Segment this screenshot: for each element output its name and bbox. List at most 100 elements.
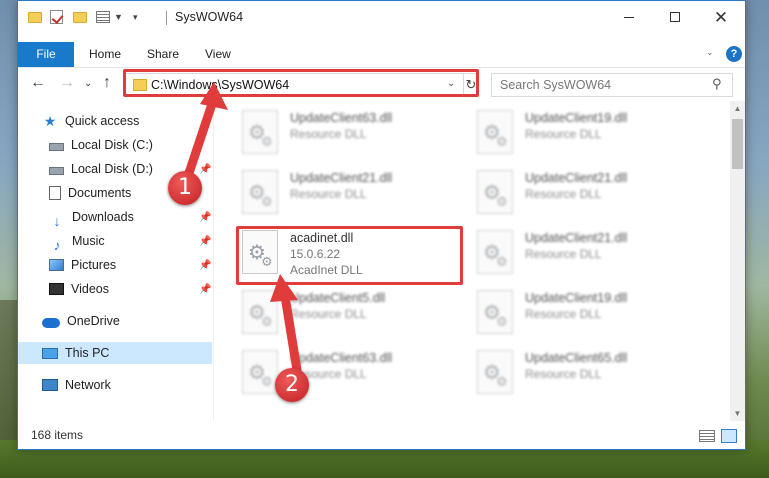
nav-quick-access[interactable]: ★ Quick access [42, 110, 140, 132]
nav-label: Local Disk (D:) [71, 162, 153, 176]
file-name: UpdateClient21.dll [290, 171, 393, 185]
scroll-up-icon[interactable]: ▲ [730, 101, 745, 116]
ribbon: File Home Share View ⌄ ? [18, 42, 745, 67]
file-name: UpdateClient5.dll [290, 291, 386, 305]
star-icon: ★ [43, 113, 57, 129]
file-item[interactable]: ⚙ ⚙ UpdateClient19.dll Resource DLL [477, 287, 702, 339]
dll-file-icon: ⚙ ⚙ [242, 350, 278, 394]
minimize-button[interactable] [606, 1, 652, 33]
step-2-badge: 2 [275, 368, 309, 402]
file-name: UpdateClient19.dll [525, 111, 628, 125]
file-type: Resource DLL [290, 127, 367, 141]
scroll-thumb[interactable] [732, 119, 743, 169]
title-bar: ▼ ▾ SysWOW64 ✕ [18, 1, 745, 33]
pin-icon[interactable]: 📌 [199, 164, 211, 175]
close-icon: ✕ [713, 7, 729, 27]
properties-icon[interactable] [96, 1, 110, 33]
search-placeholder: Search SysWOW64 [500, 78, 612, 92]
details-view-icon[interactable] [699, 430, 715, 442]
nav-this-pc[interactable]: This PC [18, 342, 212, 364]
file-type: Resource DLL [290, 187, 367, 201]
item-count: 168 items [31, 428, 84, 442]
nav-label: Videos [71, 282, 109, 296]
dll-file-icon: ⚙ ⚙ [477, 350, 513, 394]
nav-label: This PC [65, 346, 110, 360]
window-title: SysWOW64 [175, 10, 244, 24]
navigation-pane: ★ Quick access Local Disk (C:) Local Dis… [18, 101, 214, 421]
file-name: UpdateClient63.dll [290, 351, 393, 365]
pictures-icon [49, 259, 64, 271]
nav-pictures[interactable]: Pictures [49, 254, 116, 276]
nav-network[interactable]: Network [42, 374, 111, 396]
close-button[interactable]: ✕ [698, 1, 744, 33]
pin-icon[interactable]: 📌 [199, 212, 211, 223]
nav-label: Music [72, 234, 105, 248]
help-icon[interactable]: ? [726, 46, 742, 62]
file-name: UpdateClient21.dll [525, 231, 628, 245]
nav-music[interactable]: ♪ Music [49, 230, 105, 253]
nav-label: Network [65, 378, 111, 392]
qa-dropdown-icon[interactable]: ▼ [114, 1, 123, 33]
minimize-icon [624, 16, 634, 18]
scroll-down-icon[interactable]: ▼ [730, 406, 745, 421]
dll-file-icon: ⚙ ⚙ [477, 290, 513, 334]
tab-home[interactable]: Home [89, 42, 121, 67]
music-icon: ♪ [53, 237, 61, 253]
window-folder-icon [28, 1, 42, 33]
forward-button[interactable]: → [59, 74, 75, 92]
expand-ribbon-icon[interactable]: ⌄ [706, 47, 714, 58]
vertical-scrollbar[interactable]: ▲ ▼ [730, 101, 745, 421]
properties-check-icon[interactable] [50, 1, 63, 33]
nav-documents[interactable]: Documents [49, 182, 131, 204]
status-bar: 168 items [18, 425, 745, 449]
file-type: Resource DLL [525, 187, 602, 201]
nav-videos[interactable]: Videos [49, 278, 109, 300]
tab-share[interactable]: Share [147, 42, 179, 67]
disk-icon [49, 142, 64, 151]
file-item[interactable]: ⚙ ⚙ UpdateClient5.dll Resource DLL [242, 287, 467, 339]
file-item[interactable]: ⚙ ⚙ UpdateClient21.dll Resource DLL [477, 167, 702, 219]
pin-icon[interactable]: 📌 [199, 236, 211, 247]
downloads-icon: ↓ [53, 213, 61, 229]
pin-icon[interactable]: 📌 [199, 284, 211, 295]
file-item[interactable]: ⚙ ⚙ UpdateClient21.dll Resource DLL [242, 167, 467, 219]
dll-file-icon: ⚙ ⚙ [477, 170, 513, 214]
file-type: Resource DLL [525, 367, 602, 381]
dll-file-icon: ⚙ ⚙ [477, 230, 513, 274]
file-item[interactable]: ⚙ ⚙ UpdateClient19.dll Resource DLL [477, 107, 702, 159]
file-type: Resource DLL [525, 307, 602, 321]
nav-label: Pictures [71, 258, 117, 272]
file-item[interactable]: ⚙ ⚙ UpdateClient21.dll Resource DLL [477, 227, 702, 279]
file-highlight-box [236, 226, 463, 285]
tab-file[interactable]: File [18, 42, 74, 67]
nav-label: Quick access [65, 114, 140, 128]
nav-onedrive[interactable]: OneDrive [42, 310, 120, 332]
dll-file-icon: ⚙ ⚙ [242, 110, 278, 154]
search-icon[interactable]: ⚲ [712, 76, 722, 92]
file-name: UpdateClient19.dll [525, 291, 628, 305]
documents-icon [49, 186, 61, 200]
dll-file-icon: ⚙ ⚙ [242, 170, 278, 214]
customize-qa-icon[interactable]: ▾ [133, 1, 138, 33]
nav-local-disk-d[interactable]: Local Disk (D:) [49, 158, 153, 180]
network-icon [42, 379, 58, 391]
nav-downloads[interactable]: ↓ Downloads [49, 206, 134, 229]
file-type: Resource DLL [290, 307, 367, 321]
file-name: UpdateClient65.dll [525, 351, 628, 365]
disk-icon [49, 166, 64, 175]
new-folder-icon[interactable] [73, 1, 87, 33]
this-pc-icon [42, 347, 58, 359]
file-item[interactable]: ⚙ ⚙ UpdateClient63.dll Resource DLL [242, 107, 467, 159]
back-button[interactable]: ← [30, 74, 46, 92]
onedrive-icon [42, 317, 60, 328]
pin-icon[interactable]: 📌 [199, 260, 211, 271]
tab-view[interactable]: View [205, 42, 231, 67]
nav-local-disk-c[interactable]: Local Disk (C:) [49, 134, 153, 156]
search-input[interactable]: Search SysWOW64 ⚲ [491, 73, 733, 97]
up-button[interactable]: ↑ [103, 74, 111, 92]
maximize-button[interactable] [652, 1, 698, 33]
file-item[interactable]: ⚙ ⚙ UpdateClient65.dll Resource DLL [477, 347, 702, 399]
videos-icon [49, 283, 64, 295]
recent-locations-icon[interactable]: ⌄ [84, 78, 92, 89]
tiles-view-icon[interactable] [721, 429, 737, 443]
